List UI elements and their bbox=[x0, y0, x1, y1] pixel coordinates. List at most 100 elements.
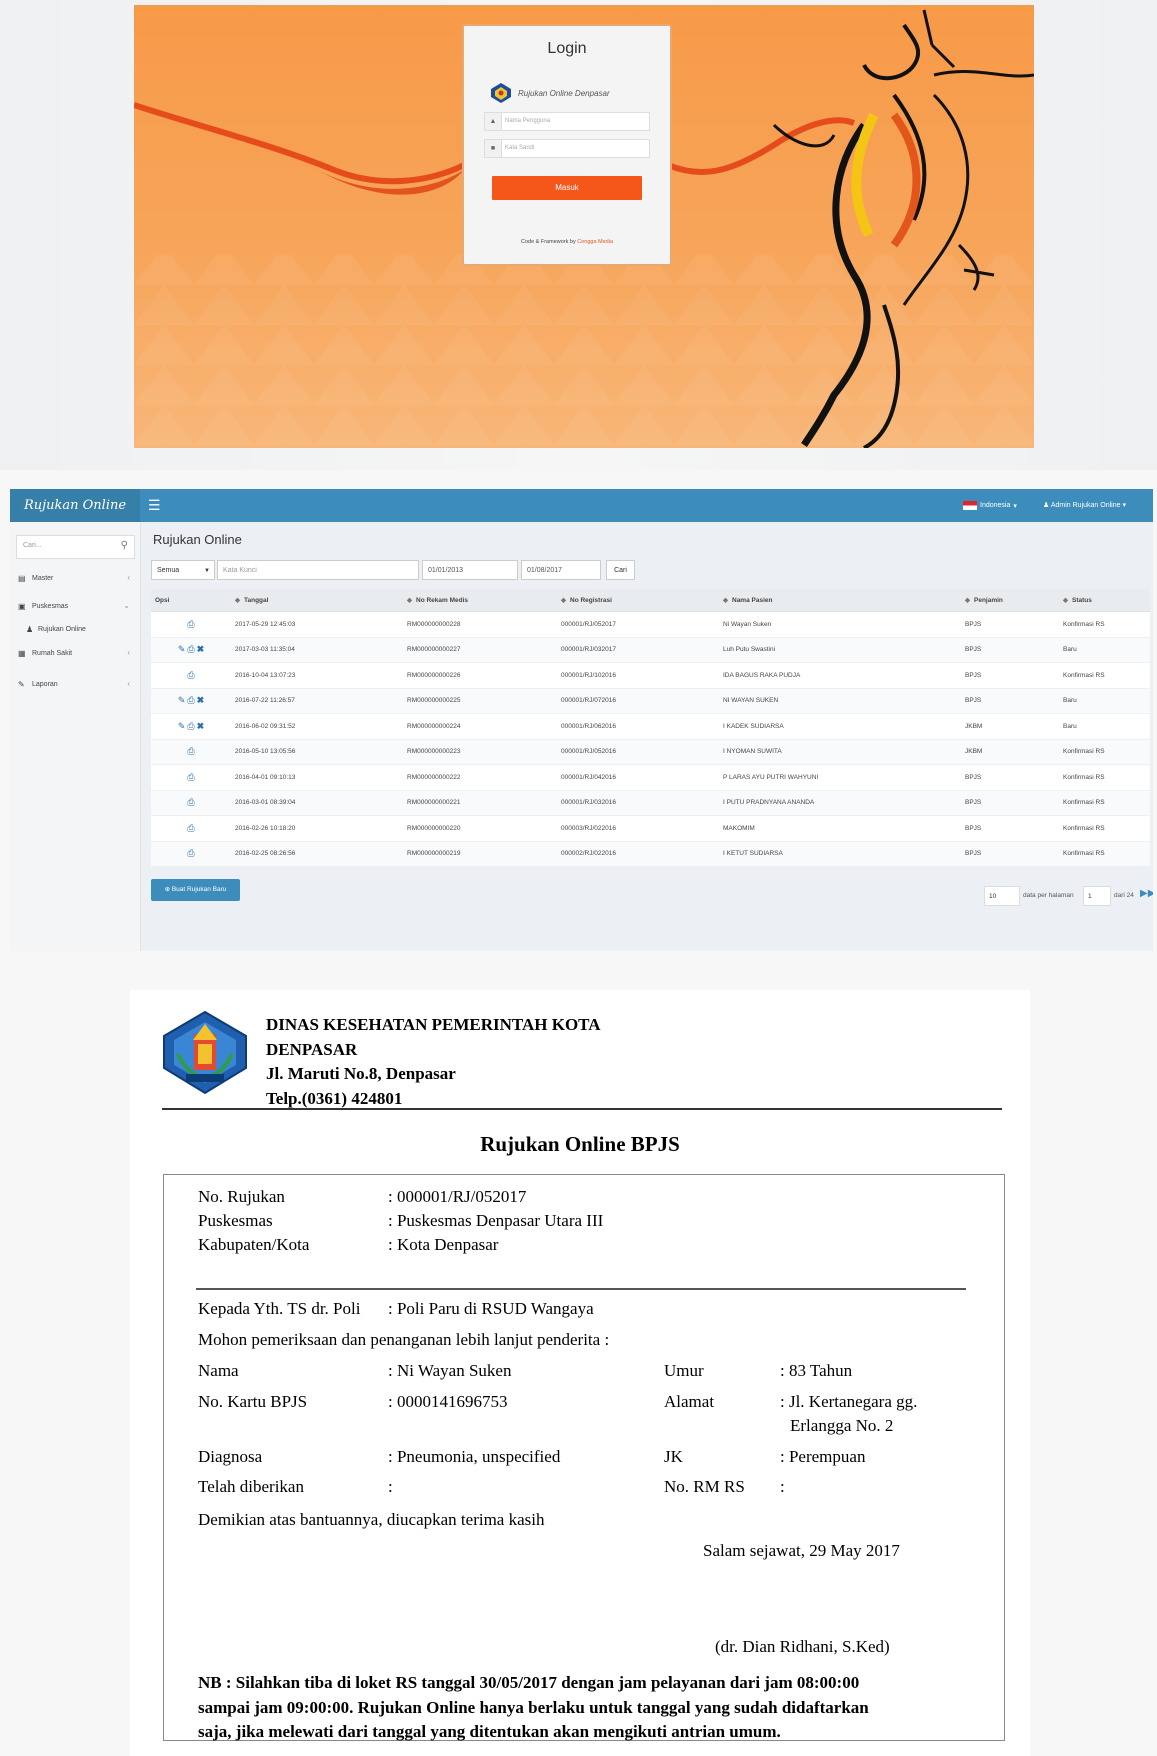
column-header-rekam-medis[interactable]: ◆ No Rekam Medis bbox=[403, 589, 557, 612]
column-header-nama-pasien[interactable]: ◆ Nama Pasien bbox=[719, 589, 961, 612]
field-value: : Perempuan bbox=[780, 1447, 866, 1466]
print-icon[interactable]: ⎙ bbox=[187, 746, 194, 757]
login-footer-link[interactable]: Cengga Media bbox=[577, 239, 613, 245]
hamburger-menu-icon[interactable]: ☰ bbox=[148, 497, 161, 514]
username-input[interactable]: ▲ Nama Pengguna bbox=[484, 112, 650, 131]
table-row[interactable]: ✎ ⎙ ✖ 2017-03-03 11:35:04 RM000000000227 0000… bbox=[151, 637, 1150, 663]
letterhead-line: DENPASAR bbox=[266, 1039, 358, 1059]
sidebar-item-rumah-sakit[interactable]: ▦ Rumah Sakit ‹ bbox=[10, 640, 140, 666]
sidebar-item-master[interactable]: ▤ Master ‹ bbox=[10, 565, 140, 591]
database-icon: ▤ bbox=[18, 574, 26, 583]
table-row[interactable]: ⎙ 2016-10-04 13:07:23 RM000000000226 000001… bbox=[151, 662, 1150, 689]
print-icon[interactable]: ⎙ bbox=[187, 823, 194, 834]
cell-penjamin: BPJS bbox=[961, 815, 1059, 842]
sort-icon: ◆ bbox=[561, 597, 566, 604]
date-from-input[interactable]: 01/01/2013 bbox=[422, 560, 518, 580]
user-menu[interactable]: ♟ Admin Rujukan Online ▾ bbox=[1043, 501, 1126, 509]
column-header-registrasi[interactable]: ◆ No Registrasi bbox=[557, 589, 719, 612]
print-icon[interactable]: ⎙ bbox=[187, 848, 194, 859]
table-row[interactable]: ⎙ 2016-02-25 08:26:56 RM000000000219 000002… bbox=[151, 841, 1150, 867]
field-value: : 000001/RJ/052017 bbox=[388, 1187, 527, 1206]
column-header-label: Opsi bbox=[155, 596, 170, 604]
cell-tanggal: 2017-05-29 12:45:03 bbox=[231, 611, 403, 638]
print-icon[interactable]: ⎙ bbox=[187, 797, 194, 808]
table-row[interactable]: ✎ ⎙ ✖ 2016-06-02 09:31:52 RM000000000224 0000… bbox=[151, 713, 1150, 740]
plus-circle-icon: ⊕ bbox=[164, 886, 171, 893]
lock-icon: ■ bbox=[485, 140, 502, 157]
letterhead: DINAS KESEHATAN PEMERINTAH KOTA DENPASAR… bbox=[266, 1013, 601, 1111]
field-label: Diagnosa bbox=[198, 1447, 263, 1466]
sidebar-item-laporan[interactable]: ✎ Laporan ‹ bbox=[10, 671, 140, 697]
cell-tanggal: 2016-02-26 10:18:20 bbox=[231, 815, 403, 842]
sidebar-item-label: Master bbox=[32, 575, 54, 582]
table-row[interactable]: ⎙ 2016-05-10 13:05:56 RM000000000223 000001… bbox=[151, 739, 1150, 765]
row-actions: ⎙ bbox=[151, 764, 231, 791]
cell-rm: RM000000000228 bbox=[403, 611, 557, 638]
field-value: : 83 Tahun bbox=[780, 1361, 853, 1380]
column-header-status[interactable]: ◆ Status bbox=[1059, 589, 1150, 612]
field-label: Puskesmas bbox=[198, 1211, 273, 1230]
search-icon[interactable]: ⚲ bbox=[121, 540, 128, 551]
edit-icon[interactable]: ✎ bbox=[178, 721, 186, 732]
sidebar-search-input[interactable]: Cari... ⚲ bbox=[16, 535, 135, 559]
sort-icon: ◆ bbox=[723, 597, 728, 604]
date-to-input[interactable]: 01/08/2017 bbox=[521, 560, 601, 580]
print-icon[interactable]: ⎙ bbox=[187, 772, 194, 783]
cell-nama: Luh Putu Swastini bbox=[719, 637, 961, 663]
print-icon[interactable]: ⎙ bbox=[187, 695, 194, 706]
sidebar-item-rujukan-online[interactable]: ♟ Rujukan Online bbox=[10, 616, 140, 642]
field-label: No. Kartu BPJS bbox=[198, 1392, 308, 1411]
table-row[interactable]: ⎙ 2016-02-26 10:18:20 RM000000000220 000003… bbox=[151, 815, 1150, 842]
column-header-tanggal[interactable]: ◆ Tanggal bbox=[231, 589, 403, 612]
login-button[interactable]: Masuk bbox=[492, 176, 642, 200]
keyword-input[interactable]: Kata Kunci bbox=[217, 560, 419, 580]
cell-rm: RM000000000223 bbox=[403, 739, 557, 765]
next-page-icon[interactable]: ▶▶ bbox=[1140, 888, 1153, 899]
field-value: : Kota Denpasar bbox=[388, 1235, 499, 1254]
delete-icon[interactable]: ✖ bbox=[197, 695, 205, 706]
field-value: : 0000141696753 bbox=[388, 1392, 508, 1411]
edit-icon[interactable]: ✎ bbox=[178, 644, 186, 655]
print-icon[interactable]: ⎙ bbox=[187, 670, 194, 681]
print-icon[interactable]: ⎙ bbox=[187, 644, 194, 655]
delete-icon[interactable]: ✖ bbox=[197, 644, 205, 655]
field-label: Nama bbox=[198, 1361, 239, 1380]
page-number-input[interactable]: 1 bbox=[1083, 886, 1111, 906]
cell-penjamin: BPJS bbox=[961, 764, 1059, 791]
cell-status: Baru bbox=[1059, 688, 1150, 714]
cell-penjamin: BPJS bbox=[961, 841, 1059, 867]
filter-select[interactable]: Semua ▼ bbox=[151, 560, 215, 580]
cell-rm: RM000000000220 bbox=[403, 815, 557, 842]
field-label: No. RM RS bbox=[664, 1477, 745, 1496]
column-header-label: Nama Pasien bbox=[732, 597, 773, 604]
login-title: Login bbox=[547, 40, 587, 57]
password-input[interactable]: ■ Kata Sandi bbox=[484, 139, 650, 158]
plus-square-icon: ▣ bbox=[18, 602, 26, 611]
letterhead-divider bbox=[162, 1108, 1002, 1110]
cell-reg: 000001/RJ/102016 bbox=[557, 662, 719, 689]
print-icon[interactable]: ⎙ bbox=[187, 721, 194, 732]
total-pages-label: dari 24 bbox=[1114, 892, 1134, 899]
table-row[interactable]: ⎙ 2017-05-29 12:45:03 RM000000000228 000001… bbox=[151, 611, 1150, 638]
letter-title: Rujukan Online BPJS bbox=[480, 1132, 680, 1156]
table-row[interactable]: ⎙ 2016-04-01 09:10:13 RM000000000222 000001… bbox=[151, 764, 1150, 791]
per-page-input[interactable]: 10 bbox=[984, 886, 1020, 906]
denpasar-crest-icon bbox=[491, 83, 511, 103]
new-referral-button[interactable]: ⊕ Buat Rujukan Baru bbox=[151, 879, 240, 901]
print-icon[interactable]: ⎙ bbox=[187, 619, 194, 630]
column-header-penjamin[interactable]: ◆ Penjamin bbox=[961, 589, 1059, 612]
edit-icon[interactable]: ✎ bbox=[178, 695, 186, 706]
table-row[interactable]: ✎ ⎙ ✖ 2016-07-22 11:26:57 RM000000000225 0000… bbox=[151, 688, 1150, 714]
cell-rm: RM000000000224 bbox=[403, 713, 557, 740]
sort-icon: ◆ bbox=[235, 597, 240, 604]
delete-icon[interactable]: ✖ bbox=[197, 721, 205, 732]
user-icon: ♟ bbox=[1043, 502, 1050, 509]
language-dropdown[interactable]: Indonesia ▾ bbox=[963, 501, 1017, 510]
chevron-left-icon: ‹ bbox=[127, 573, 130, 582]
cell-tanggal: 2017-03-03 11:35:04 bbox=[231, 637, 403, 663]
search-button[interactable]: Cari bbox=[606, 560, 635, 580]
login-brand: Rujukan Online Denpasar bbox=[490, 82, 670, 104]
table-row[interactable]: ⎙ 2016-03-01 08:39:04 RM000000000221 000001… bbox=[151, 790, 1150, 816]
column-header-opsi[interactable]: Opsi bbox=[151, 589, 231, 612]
brand-logo[interactable]: Rujukan Online bbox=[10, 489, 140, 522]
